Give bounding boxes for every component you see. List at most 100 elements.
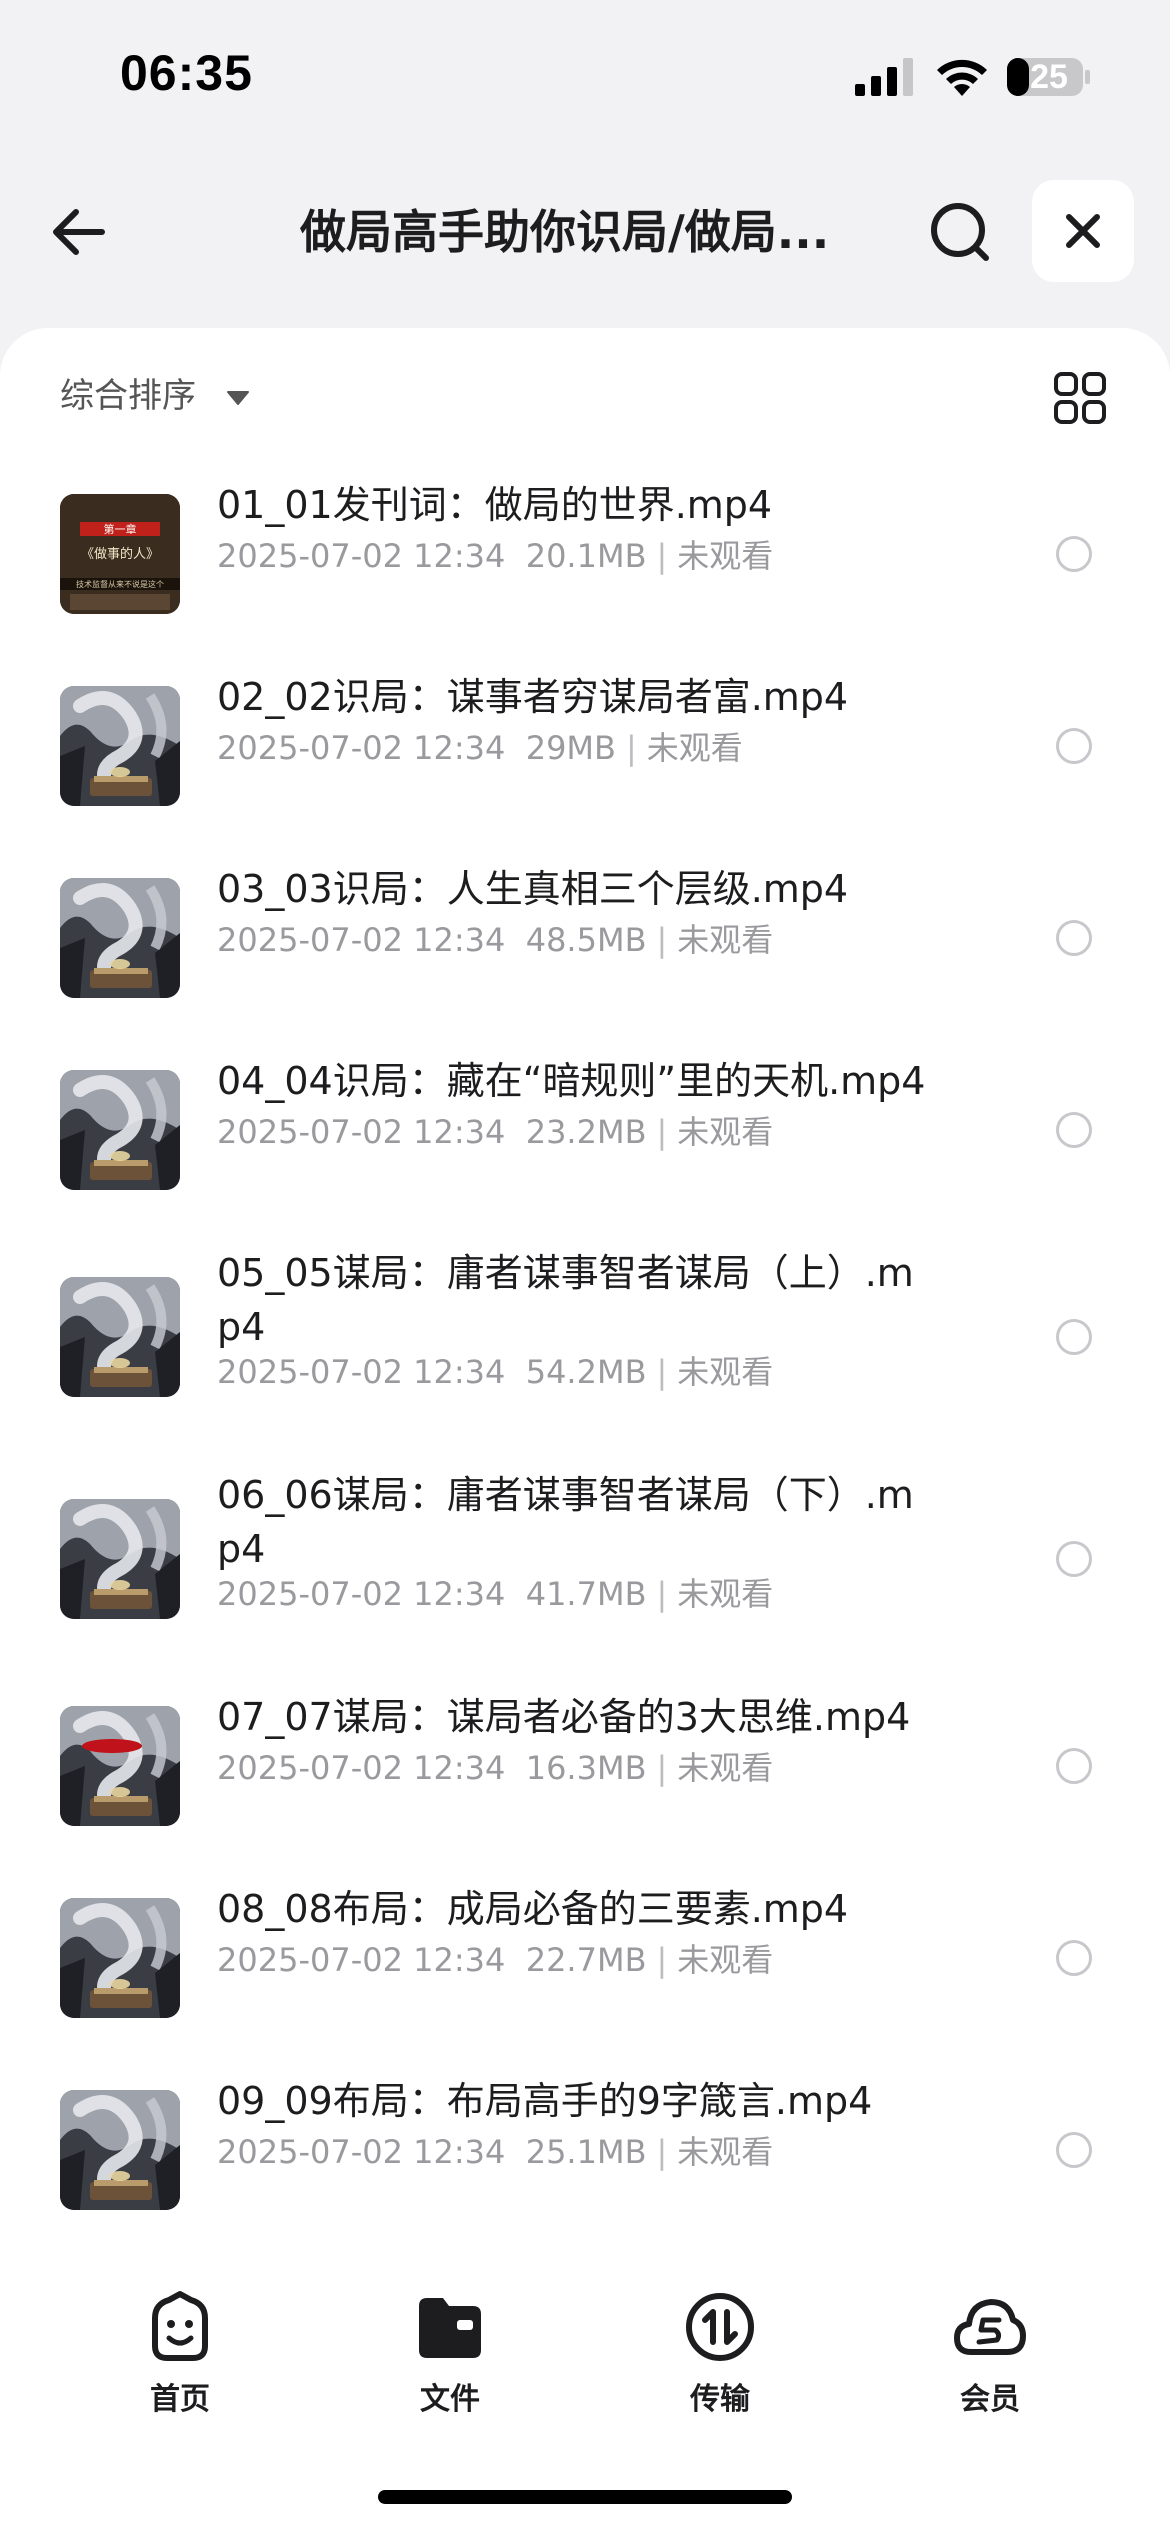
cloud-vip-icon xyxy=(954,2299,1026,2355)
file-name: 01_01发刊词：做局的世界.mp4 xyxy=(217,483,773,527)
select-radio[interactable] xyxy=(1056,1541,1092,1577)
meta-separator: | xyxy=(656,1353,668,1391)
video-thumbnail-image xyxy=(60,2090,180,2210)
sort-dropdown[interactable]: 综合排序 xyxy=(60,372,196,420)
folder-icon xyxy=(419,2298,481,2358)
file-date: 2025-07-02 12:34 xyxy=(217,1941,506,1979)
file-date: 2025-07-02 12:34 xyxy=(217,729,506,767)
file-name: 07_07谋局：谋局者必备的3大思维.mp4 xyxy=(217,1695,911,1739)
file-meta: 2025-07-02 12:34 16.3MB | 未观看 xyxy=(217,1746,1017,1790)
video-thumbnail-image xyxy=(60,878,180,998)
grid-view-icon[interactable] xyxy=(1052,370,1108,426)
file-name: 09_09布局：布局高手的9字箴言.mp4 xyxy=(217,2079,873,2123)
file-date: 2025-07-02 12:34 xyxy=(217,1353,506,1391)
meta-separator: | xyxy=(656,921,668,959)
file-list-item[interactable]: 02_02识局：谋事者穷谋局者富.mp4 2025-07-02 12:34 29… xyxy=(0,650,1170,842)
watch-status: 未观看 xyxy=(677,1575,774,1613)
video-thumbnail-image xyxy=(60,1706,180,1826)
close-button[interactable] xyxy=(1032,180,1134,282)
transfer-icon xyxy=(686,2293,754,2361)
battery-level: 25 xyxy=(1030,58,1068,96)
file-size: 16.3MB xyxy=(525,1749,647,1787)
file-name: 05_05谋局：庸者谋事智者谋局（上）.mp4 xyxy=(217,1251,914,1349)
file-list-item[interactable]: 05_05谋局：庸者谋事智者谋局（上）.mp4 2025-07-02 12:34… xyxy=(0,1226,1170,1448)
select-radio[interactable] xyxy=(1056,536,1092,572)
tab-home[interactable]: 首页 xyxy=(80,2290,280,2430)
watch-status: 未观看 xyxy=(677,537,774,575)
file-size: 25.1MB xyxy=(525,2133,647,2171)
caret-down-icon[interactable] xyxy=(226,390,250,406)
file-meta: 2025-07-02 12:34 20.1MB | 未观看 xyxy=(217,534,1017,578)
wifi-icon xyxy=(937,59,987,96)
select-radio[interactable] xyxy=(1056,1112,1092,1148)
video-thumbnail[interactable] xyxy=(60,1277,180,1397)
thumbnail-cover-top: 第一章 xyxy=(104,522,137,536)
file-name: 04_04识局：藏在“暗规则”里的天机.mp4 xyxy=(217,1059,926,1103)
file-date: 2025-07-02 12:34 xyxy=(217,1749,506,1787)
tab-vip-label: 会员 xyxy=(960,2382,1020,2417)
meta-separator: | xyxy=(656,537,668,575)
watch-status: 未观看 xyxy=(677,1941,774,1979)
video-thumbnail[interactable] xyxy=(60,1070,180,1190)
file-size: 29MB xyxy=(525,729,616,767)
tab-files[interactable]: 文件 xyxy=(350,2290,550,2430)
sort-row: 综合排序 xyxy=(0,328,1170,458)
file-size: 48.5MB xyxy=(525,921,647,959)
thumbnail-cover-bottom: 技术监督从来不说是这个 xyxy=(76,579,164,589)
video-thumbnail[interactable] xyxy=(60,1898,180,2018)
select-radio[interactable] xyxy=(1056,1940,1092,1976)
search-icon[interactable] xyxy=(928,200,992,264)
page-title: 做局高手助你识局/做局... xyxy=(300,205,830,259)
select-radio[interactable] xyxy=(1056,920,1092,956)
file-list-item[interactable]: 09_09布局：布局高手的9字箴言.mp4 2025-07-02 12:34 2… xyxy=(0,2054,1170,2246)
tab-transfer-label: 传输 xyxy=(690,2382,750,2417)
file-name: 08_08布局：成局必备的三要素.mp4 xyxy=(217,1887,849,1931)
watch-status: 未观看 xyxy=(677,1113,774,1151)
tab-files-label: 文件 xyxy=(420,2382,480,2417)
file-size: 22.7MB xyxy=(525,1941,647,1979)
video-thumbnail[interactable] xyxy=(60,1706,180,1826)
file-size: 23.2MB xyxy=(525,1113,647,1151)
file-list-item[interactable]: 07_07谋局：谋局者必备的3大思维.mp4 2025-07-02 12:34 … xyxy=(0,1670,1170,1862)
select-radio[interactable] xyxy=(1056,728,1092,764)
close-icon xyxy=(1066,214,1100,248)
tab-home-label: 首页 xyxy=(150,2382,210,2417)
file-date: 2025-07-02 12:34 xyxy=(217,537,506,575)
video-thumbnail[interactable] xyxy=(60,878,180,998)
cellular-signal-icon xyxy=(855,58,913,96)
file-meta: 2025-07-02 12:34 25.1MB | 未观看 xyxy=(217,2130,1017,2174)
select-radio[interactable] xyxy=(1056,1319,1092,1355)
video-thumbnail[interactable]: 第一章 《做事的人》 技术监督从来不说是这个 xyxy=(60,494,180,614)
file-meta: 2025-07-02 12:34 23.2MB | 未观看 xyxy=(217,1110,1017,1154)
video-thumbnail[interactable] xyxy=(60,686,180,806)
meta-separator: | xyxy=(656,1749,668,1787)
file-size: 41.7MB xyxy=(525,1575,647,1613)
file-list-item[interactable]: 第一章 《做事的人》 技术监督从来不说是这个 01_01发刊词：做局的世界.mp… xyxy=(0,458,1170,650)
file-list-item[interactable]: 04_04识局：藏在“暗规则”里的天机.mp4 2025-07-02 12:34… xyxy=(0,1034,1170,1226)
thumbnail-cover-middle: 《做事的人》 xyxy=(81,546,159,562)
navigation-header: 做局高手助你识局/做局... xyxy=(0,170,1170,290)
file-list-item[interactable]: 08_08布局：成局必备的三要素.mp4 2025-07-02 12:34 22… xyxy=(0,1862,1170,2054)
file-list-item[interactable]: 03_03识局：人生真相三个层级.mp4 2025-07-02 12:34 48… xyxy=(0,842,1170,1034)
video-thumbnail[interactable] xyxy=(60,2090,180,2210)
arrow-left-icon[interactable] xyxy=(48,200,112,264)
tab-transfer[interactable]: 传输 xyxy=(620,2290,820,2430)
watch-status: 未观看 xyxy=(677,1353,774,1391)
file-date: 2025-07-02 12:34 xyxy=(217,921,506,959)
meta-separator: | xyxy=(625,729,637,767)
smile-face-icon xyxy=(152,2291,208,2361)
meta-separator: | xyxy=(656,1113,668,1151)
video-thumbnail-image xyxy=(60,1499,180,1619)
file-date: 2025-07-02 12:34 xyxy=(217,2133,506,2171)
video-thumbnail-image xyxy=(60,686,180,806)
file-size: 20.1MB xyxy=(525,537,647,575)
video-thumbnail[interactable] xyxy=(60,1499,180,1619)
select-radio[interactable] xyxy=(1056,2132,1092,2168)
file-meta: 2025-07-02 12:34 41.7MB | 未观看 xyxy=(217,1572,1017,1616)
meta-separator: | xyxy=(656,1941,668,1979)
tab-vip[interactable]: 会员 xyxy=(890,2290,1090,2430)
video-thumbnail-image xyxy=(60,1070,180,1190)
file-list-item[interactable]: 06_06谋局：庸者谋事智者谋局（下）.mp4 2025-07-02 12:34… xyxy=(0,1448,1170,1670)
select-radio[interactable] xyxy=(1056,1748,1092,1784)
file-meta: 2025-07-02 12:34 22.7MB | 未观看 xyxy=(217,1938,1017,1982)
